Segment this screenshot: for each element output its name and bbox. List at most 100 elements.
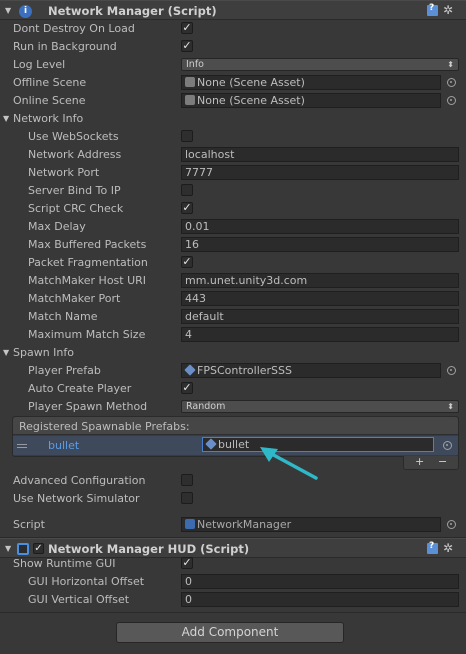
advanced-config-checkbox[interactable] <box>181 474 193 486</box>
foldout-arrow-icon[interactable]: ▼ <box>5 544 11 553</box>
matchmaker-port-input[interactable]: 443 <box>181 291 459 306</box>
object-value: NetworkManager <box>197 518 292 531</box>
gear-icon[interactable]: ✲ <box>443 541 453 555</box>
drag-handle-icon[interactable] <box>17 444 27 445</box>
object-value: bullet <box>218 438 250 451</box>
max-buffered-input[interactable]: 16 <box>181 237 459 252</box>
script-info-icon: i <box>19 5 32 18</box>
network-info-foldout[interactable]: ▼ Network Info <box>0 110 466 128</box>
field-max-buffered: Max Buffered Packets 16 <box>0 236 466 254</box>
object-picker-icon[interactable] <box>447 520 456 529</box>
foldout-arrow-icon[interactable]: ▼ <box>3 348 9 357</box>
object-value: FPSControllerSSS <box>197 364 292 377</box>
dont-destroy-checkbox[interactable]: ✓ <box>181 22 193 34</box>
script-icon <box>185 519 195 529</box>
field-label: Script <box>13 518 45 531</box>
script-crc-checkbox[interactable]: ✓ <box>181 202 193 214</box>
object-picker-icon[interactable] <box>447 366 456 375</box>
field-show-runtime-gui: Show Runtime GUI ✓ <box>0 555 466 573</box>
online-scene-field[interactable]: None (Scene Asset) <box>181 93 441 108</box>
match-name-input[interactable]: default <box>181 309 459 324</box>
hud-enabled-checkbox[interactable]: ✓ <box>33 543 44 554</box>
list-item[interactable]: bullet bullet <box>13 436 458 455</box>
add-item-button[interactable]: + <box>415 455 424 468</box>
dropdown-arrow-icon: ⬍ <box>447 60 454 69</box>
field-server-bind: Server Bind To IP <box>0 182 466 200</box>
field-max-delay: Max Delay 0.01 <box>0 218 466 236</box>
server-bind-checkbox[interactable] <box>181 184 193 196</box>
field-label: Show Runtime GUI <box>13 557 116 570</box>
packet-fragmentation-checkbox[interactable]: ✓ <box>181 256 193 268</box>
matchmaker-uri-input[interactable]: mm.unet.unity3d.com <box>181 273 459 288</box>
field-label: Advanced Configuration <box>13 474 146 487</box>
foldout-arrow-icon[interactable]: ▼ <box>5 6 11 15</box>
component-title: Network Manager (Script) <box>48 4 217 18</box>
add-component-button[interactable]: Add Component <box>116 622 344 643</box>
list-header-label: Registered Spawnable Prefabs: <box>19 420 190 433</box>
component-header-network-manager[interactable]: ▼ i Network Manager (Script) ✲ <box>0 0 466 20</box>
dropdown-value: Random <box>186 401 226 412</box>
log-level-dropdown[interactable]: Info ⬍ <box>181 58 459 71</box>
network-address-input[interactable]: localhost <box>181 147 459 162</box>
script-field[interactable]: NetworkManager <box>181 517 441 532</box>
offline-scene-field[interactable]: None (Scene Asset) <box>181 75 441 90</box>
prefab-cube-icon <box>205 438 217 450</box>
field-label: Server Bind To IP <box>28 184 121 197</box>
field-auto-create: Auto Create Player ✓ <box>0 380 466 398</box>
field-matchmaker-port: MatchMaker Port 443 <box>0 290 466 308</box>
field-label: Player Prefab <box>28 364 101 377</box>
scene-icon <box>185 77 195 87</box>
use-websockets-checkbox[interactable] <box>181 130 193 142</box>
list-add-remove-footer: + − <box>403 455 459 470</box>
field-label: Offline Scene <box>13 76 87 89</box>
field-player-prefab: Player Prefab FPSControllerSSS <box>0 362 466 380</box>
field-label: GUI Vertical Offset <box>28 593 130 606</box>
field-network-address: Network Address localhost <box>0 146 466 164</box>
field-label: Network Port <box>28 166 100 179</box>
field-use-websockets: Use WebSockets <box>0 128 466 146</box>
object-value: None (Scene Asset) <box>197 94 305 107</box>
remove-item-button[interactable]: − <box>438 455 447 468</box>
help-book-icon[interactable] <box>427 3 438 16</box>
player-prefab-field[interactable]: FPSControllerSSS <box>181 363 441 378</box>
field-online-scene: Online Scene None (Scene Asset) <box>0 92 466 110</box>
gear-icon[interactable]: ✲ <box>443 3 453 17</box>
field-label: Auto Create Player <box>28 382 132 395</box>
field-network-simulator: Use Network Simulator <box>0 490 466 508</box>
object-picker-icon[interactable] <box>443 441 452 450</box>
field-gui-h-offset: GUI Horizontal Offset 0 <box>0 573 466 591</box>
field-label: Packet Fragmentation <box>28 256 148 269</box>
field-spawn-method: Player Spawn Method Random ⬍ <box>0 398 466 416</box>
field-label: Player Spawn Method <box>28 400 148 413</box>
auto-create-checkbox[interactable]: ✓ <box>181 382 193 394</box>
foldout-label: Spawn Info <box>13 346 74 359</box>
object-picker-icon[interactable] <box>447 78 456 87</box>
field-network-port: Network Port 7777 <box>0 164 466 182</box>
spawn-info-foldout[interactable]: ▼ Spawn Info <box>0 344 466 362</box>
field-packet-fragmentation: Packet Fragmentation ✓ <box>0 254 466 272</box>
field-label: Max Buffered Packets <box>28 238 147 251</box>
dropdown-arrow-icon: ⬍ <box>447 402 454 411</box>
network-port-input[interactable]: 7777 <box>181 165 459 180</box>
run-in-background-checkbox[interactable]: ✓ <box>181 40 193 52</box>
max-match-size-input[interactable]: 4 <box>181 327 459 342</box>
help-book-icon[interactable] <box>427 541 438 554</box>
dropdown-value: Info <box>186 59 204 70</box>
spawn-method-dropdown[interactable]: Random ⬍ <box>181 400 459 413</box>
max-delay-input[interactable]: 0.01 <box>181 219 459 234</box>
field-script-crc: Script CRC Check ✓ <box>0 200 466 218</box>
scene-icon <box>185 95 195 105</box>
gui-v-offset-input[interactable]: 0 <box>181 592 459 607</box>
field-log-level: Log Level Info ⬍ <box>0 56 466 74</box>
field-label: Max Delay <box>28 220 86 233</box>
field-matchmaker-uri: MatchMaker Host URI mm.unet.unity3d.com <box>0 272 466 290</box>
show-runtime-gui-checkbox[interactable]: ✓ <box>181 557 193 569</box>
component-title: Network Manager HUD (Script) <box>48 542 250 556</box>
foldout-arrow-icon[interactable]: ▼ <box>3 114 9 123</box>
field-script: Script NetworkManager <box>0 516 466 534</box>
component-divider <box>0 612 466 613</box>
network-simulator-checkbox[interactable] <box>181 492 193 504</box>
prefab-cube-icon <box>184 364 196 376</box>
object-picker-icon[interactable] <box>447 96 456 105</box>
gui-h-offset-input[interactable]: 0 <box>181 574 459 589</box>
